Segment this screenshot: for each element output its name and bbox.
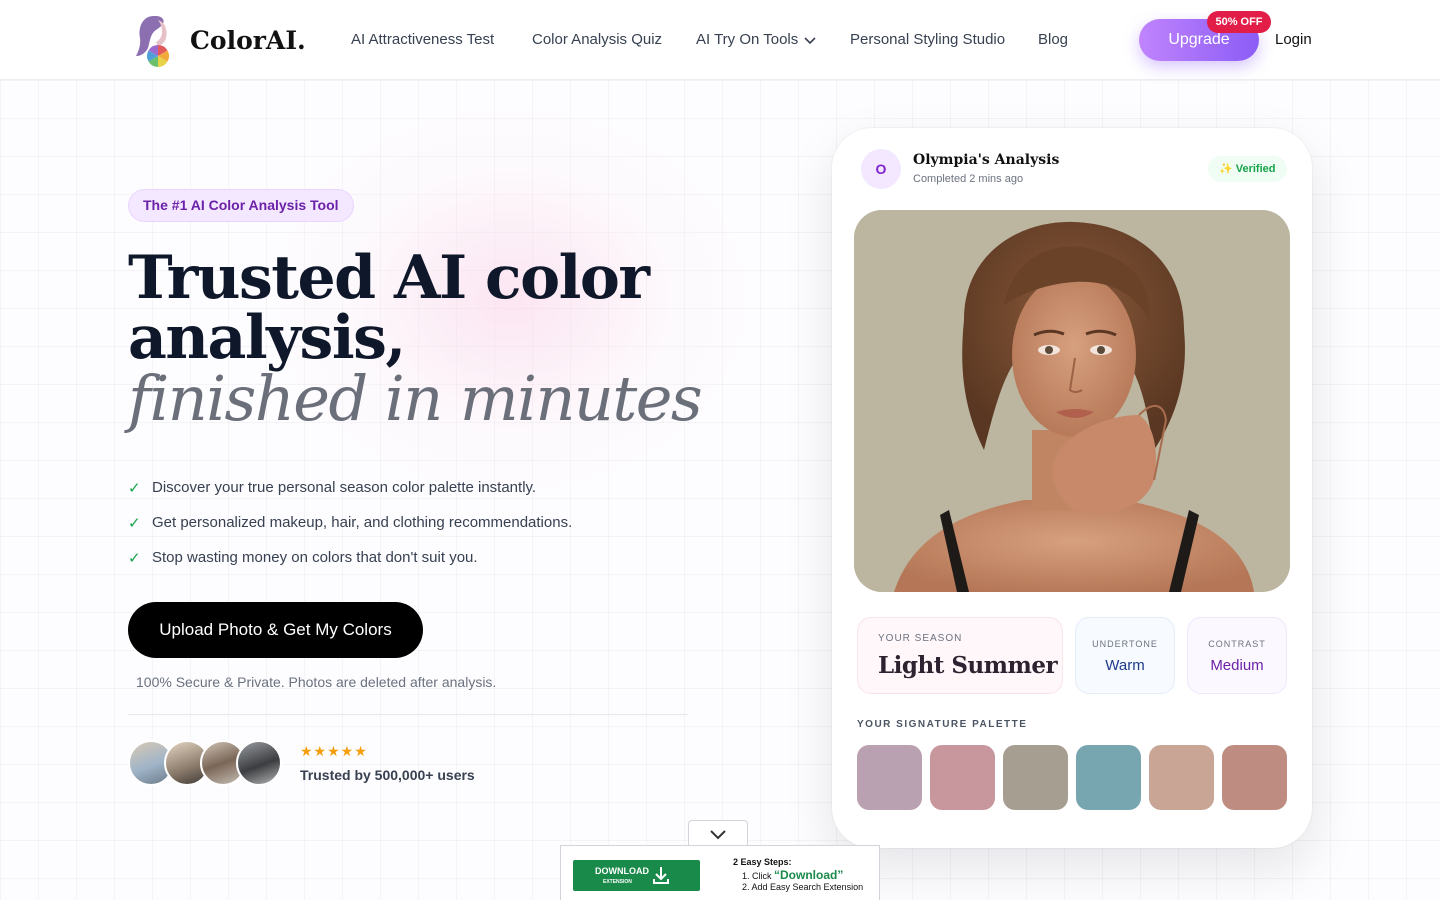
- upload-photo-button[interactable]: Upload Photo & Get My Colors: [128, 602, 423, 658]
- download-label: DOWNLOAD: [595, 866, 649, 876]
- verified-badge: ✨ Verified: [1208, 156, 1287, 182]
- download-icon: [652, 866, 670, 890]
- analysis-preview-card: O Olympia's Analysis Completed 2 mins ag…: [832, 128, 1312, 848]
- extension-banner: DOWNLOAD EXTENSION 2 Easy Steps: 1. Clic…: [560, 845, 880, 900]
- palette-swatch: [1003, 745, 1068, 810]
- brand-logo[interactable]: ColorAI.: [132, 12, 306, 68]
- benefit-item: ✓ Stop wasting money on colors that don't…: [128, 540, 572, 575]
- hero-headline-italic: finished in minutes: [128, 362, 703, 435]
- palette-swatch: [857, 745, 922, 810]
- undertone-result: UNDERTONE Warm: [1075, 617, 1175, 694]
- nav-link-attractiveness-test[interactable]: AI Attractiveness Test: [351, 31, 494, 48]
- season-result: YOUR SEASON Light Summer: [857, 617, 1063, 694]
- contrast-value: Medium: [1210, 657, 1264, 674]
- nav-link-try-on-tools-label: AI Try On Tools: [696, 31, 799, 48]
- benefit-item: ✓ Discover your true personal season colo…: [128, 470, 572, 505]
- portrait-photo: [854, 210, 1290, 592]
- extension-step-1: 1. Click “Download”: [742, 868, 843, 882]
- logo-icon: [132, 12, 180, 68]
- extension-steps-title: 2 Easy Steps:: [733, 857, 792, 867]
- undertone-label: UNDERTONE: [1092, 639, 1158, 649]
- season-label: YOUR SEASON: [878, 633, 963, 644]
- discount-badge: 50% OFF: [1207, 11, 1271, 33]
- nav-link-color-analysis-quiz[interactable]: Color Analysis Quiz: [532, 31, 662, 48]
- check-icon: ✓: [128, 479, 141, 497]
- completed-time: Completed 2 mins ago: [913, 173, 1024, 185]
- benefit-item: ✓ Get personalized makeup, hair, and clot…: [128, 505, 572, 540]
- palette-label: YOUR SIGNATURE PALETTE: [857, 719, 1028, 730]
- brand-name: ColorAI.: [190, 25, 306, 55]
- login-link[interactable]: Login: [1275, 31, 1312, 48]
- nav-link-styling-studio[interactable]: Personal Styling Studio: [850, 31, 1005, 48]
- hero-headline: Trusted AI color analysis,: [128, 248, 748, 368]
- divider: [128, 714, 688, 715]
- hero-tag-pill: The #1 AI Color Analysis Tool: [128, 189, 354, 222]
- undertone-value: Warm: [1105, 657, 1145, 674]
- privacy-note: 100% Secure & Private. Photos are delete…: [136, 674, 497, 690]
- analysis-title: Olympia's Analysis: [913, 152, 1060, 168]
- nav-link-try-on-tools[interactable]: AI Try On Tools: [696, 31, 816, 49]
- trusted-by-text: Trusted by 500,000+ users: [300, 767, 475, 783]
- benefit-text: Discover your true personal season color…: [152, 479, 537, 496]
- palette-swatch: [930, 745, 995, 810]
- benefit-text: Get personalized makeup, hair, and cloth…: [152, 514, 573, 531]
- step1-prefix: 1. Click: [742, 871, 775, 881]
- download-extension-button[interactable]: DOWNLOAD EXTENSION: [573, 860, 700, 891]
- contrast-result: CONTRAST Medium: [1187, 617, 1287, 694]
- chevron-down-icon: [804, 32, 816, 49]
- palette-swatch: [1149, 745, 1214, 810]
- palette-swatch: [1076, 745, 1141, 810]
- season-value: Light Summer: [878, 652, 1058, 679]
- palette-swatch: [1222, 745, 1287, 810]
- nav-link-blog[interactable]: Blog: [1038, 31, 1068, 48]
- extension-label: EXTENSION: [603, 879, 632, 885]
- benefit-text: Stop wasting money on colors that don't …: [152, 549, 478, 566]
- top-navbar: ColorAI. AI Attractiveness Test Color An…: [0, 0, 1440, 80]
- step1-highlight: “Download”: [774, 868, 844, 882]
- user-avatar: O: [861, 149, 901, 189]
- contrast-label: CONTRAST: [1208, 639, 1266, 649]
- rating-stars: ★★★★★: [300, 743, 368, 759]
- benefit-list: ✓ Discover your true personal season colo…: [128, 470, 572, 575]
- chevron-down-icon: [710, 827, 726, 844]
- avatar: [236, 740, 282, 786]
- check-icon: ✓: [128, 514, 141, 532]
- collapse-banner-tab[interactable]: [688, 820, 748, 848]
- check-icon: ✓: [128, 549, 141, 567]
- extension-step-2: 2. Add Easy Search Extension: [742, 882, 864, 892]
